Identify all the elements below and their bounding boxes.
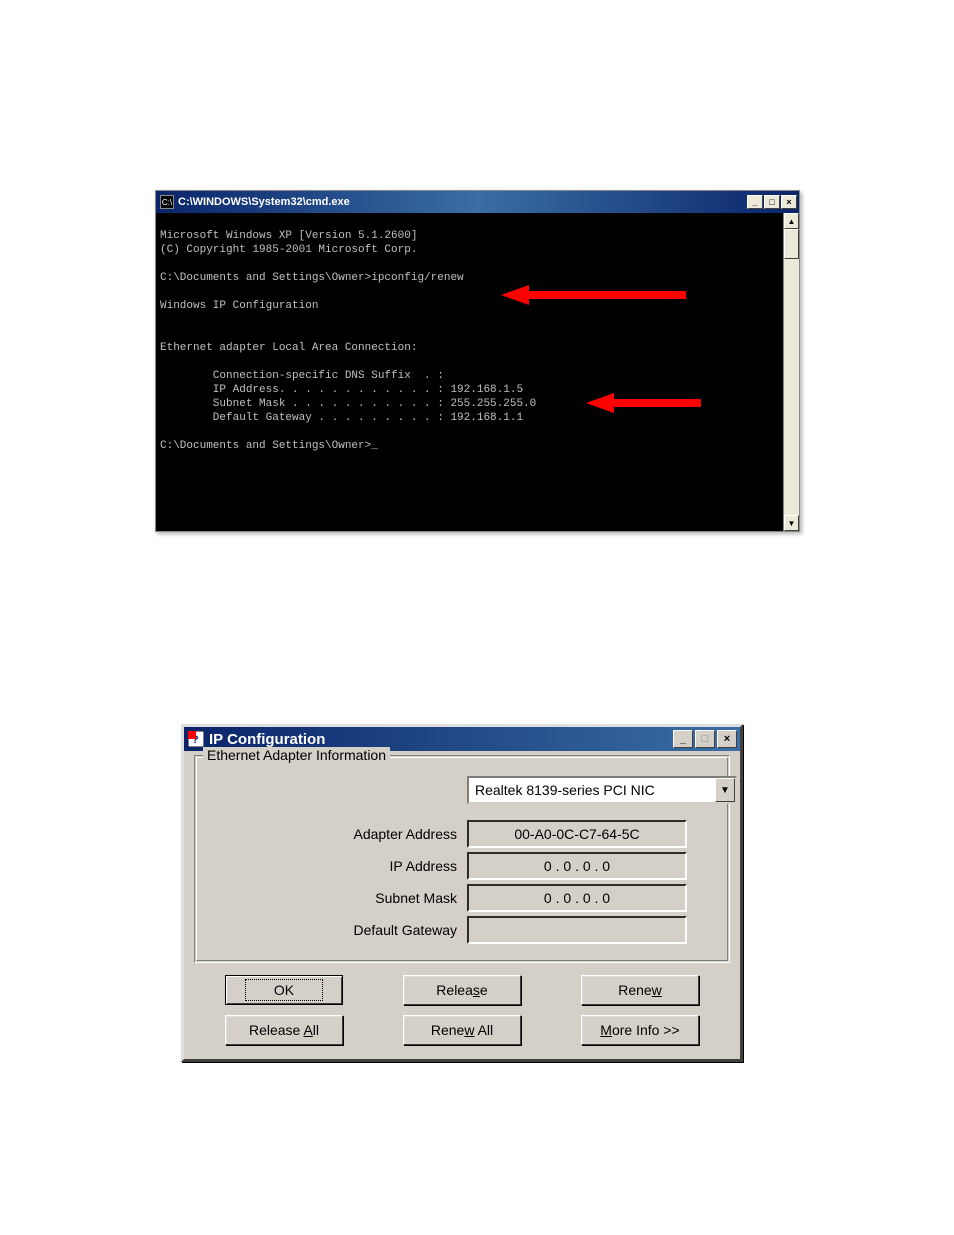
maximize-button: □ [695, 730, 715, 748]
scroll-up-button[interactable]: ▲ [784, 213, 799, 229]
default-gateway-value [467, 916, 687, 944]
button-row-2: Release All Renew All More Info >> [194, 1015, 730, 1045]
close-button[interactable]: × [781, 195, 797, 209]
ipcfg-icon: ? [188, 731, 204, 747]
cmd-line: Ethernet adapter Local Area Connection: [160, 342, 417, 354]
cmd-window: C:\ C:\WINDOWS\System32\cmd.exe _ □ × Mi… [155, 190, 800, 532]
cmd-line: Subnet Mask . . . . . . . . . . . : 255.… [160, 398, 536, 410]
cmd-title-text: C:\WINDOWS\System32\cmd.exe [178, 196, 747, 208]
button-row-1: OK Release Renew [194, 975, 730, 1005]
cmd-line: Connection-specific DNS Suffix . : [160, 370, 444, 382]
groupbox-label: Ethernet Adapter Information [203, 747, 390, 763]
red-arrow-annotation [586, 363, 706, 383]
ip-address-label: IP Address [207, 858, 467, 874]
cmd-line: Windows IP Configuration [160, 300, 318, 312]
maximize-button[interactable]: □ [764, 195, 780, 209]
subnet-mask-value: 0 . 0 . 0 . 0 [467, 884, 687, 912]
ipcfg-title-text: IP Configuration [209, 731, 673, 748]
ok-button[interactable]: OK [225, 975, 343, 1005]
cmd-output[interactable]: Microsoft Windows XP [Version 5.1.2600] … [156, 213, 783, 531]
adapter-dropdown[interactable]: Realtek 8139-series PCI NIC ▼ [467, 776, 737, 804]
vertical-scrollbar[interactable]: ▲ ▼ [783, 213, 799, 531]
cmd-line: IP Address. . . . . . . . . . . . : 192.… [160, 384, 523, 396]
field-row-adapter-address: Adapter Address 00-A0-0C-C7-64-5C [207, 820, 717, 848]
scroll-down-button[interactable]: ▼ [784, 515, 799, 531]
renew-button[interactable]: Renew [581, 975, 699, 1005]
field-row-subnet-mask: Subnet Mask 0 . 0 . 0 . 0 [207, 884, 717, 912]
cmd-titlebar[interactable]: C:\ C:\WINDOWS\System32\cmd.exe _ □ × [156, 191, 799, 213]
subnet-mask-label: Subnet Mask [207, 890, 467, 906]
release-all-button[interactable]: Release All [225, 1015, 343, 1045]
adapter-address-value: 00-A0-0C-C7-64-5C [467, 820, 687, 848]
cmd-line: Microsoft Windows XP [Version 5.1.2600] [160, 230, 417, 242]
scroll-track[interactable] [784, 259, 799, 515]
ip-address-value: 0 . 0 . 0 . 0 [467, 852, 687, 880]
scroll-thumb[interactable] [784, 229, 799, 259]
more-info-button[interactable]: More Info >> [581, 1015, 699, 1045]
field-row-default-gateway: Default Gateway [207, 916, 717, 944]
renew-all-button[interactable]: Renew All [403, 1015, 521, 1045]
ip-config-window: ? IP Configuration _ □ × Ethernet Adapte… [181, 724, 743, 1062]
cmd-line: C:\Documents and Settings\Owner>ipconfig… [160, 272, 464, 284]
minimize-button[interactable]: _ [673, 730, 693, 748]
field-row-ip-address: IP Address 0 . 0 . 0 . 0 [207, 852, 717, 880]
adapter-selected-text: Realtek 8139-series PCI NIC [469, 782, 715, 798]
adapter-groupbox: Ethernet Adapter Information Realtek 813… [194, 755, 730, 963]
close-button[interactable]: × [717, 730, 737, 748]
dropdown-arrow-icon[interactable]: ▼ [715, 778, 735, 802]
adapter-address-label: Adapter Address [207, 826, 467, 842]
default-gateway-label: Default Gateway [207, 922, 467, 938]
minimize-button[interactable]: _ [747, 195, 763, 209]
cmd-line: (C) Copyright 1985-2001 Microsoft Corp. [160, 244, 417, 256]
cmd-icon: C:\ [160, 195, 174, 209]
red-arrow-annotation [501, 255, 691, 275]
cmd-line: Default Gateway . . . . . . . . . : 192.… [160, 412, 523, 424]
release-button[interactable]: Release [403, 975, 521, 1005]
cmd-line: C:\Documents and Settings\Owner>_ [160, 440, 378, 452]
